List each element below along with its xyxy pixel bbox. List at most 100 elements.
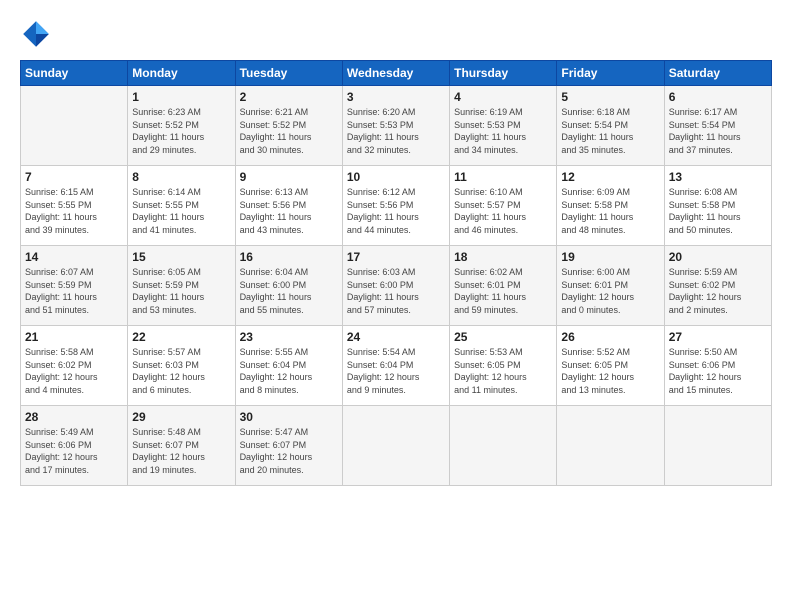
day-number: 28 [25,410,123,424]
day-cell: 3Sunrise: 6:20 AM Sunset: 5:53 PM Daylig… [342,86,449,166]
day-info: Sunrise: 5:57 AM Sunset: 6:03 PM Dayligh… [132,346,230,396]
week-row: 1Sunrise: 6:23 AM Sunset: 5:52 PM Daylig… [21,86,772,166]
day-number: 10 [347,170,445,184]
day-header: Tuesday [235,61,342,86]
day-header: Monday [128,61,235,86]
day-cell: 11 Sunrise: 6:10 AM Sunset: 5:57 PM Dayli… [450,166,557,246]
day-cell: 16 Sunrise: 6:04 AM Sunset: 6:00 PM Dayli… [235,246,342,326]
day-number: 2 [240,90,338,104]
day-cell: 14 Sunrise: 6:07 AM Sunset: 5:59 PM Dayli… [21,246,128,326]
day-number: 18 [454,250,552,264]
day-number: 7 [25,170,123,184]
day-cell: 27Sunrise: 5:50 AM Sunset: 6:06 PM Dayli… [664,326,771,406]
week-row: 21 Sunrise: 5:58 AM Sunset: 6:02 PM Dayli… [21,326,772,406]
day-info: Sunrise: 5:48 AM Sunset: 6:07 PM Dayligh… [132,426,230,476]
day-cell: 13 Sunrise: 6:08 AM Sunset: 5:58 PM Dayli… [664,166,771,246]
day-info: Sunrise: 5:59 AM Sunset: 6:02 PM Dayligh… [669,266,767,316]
day-number: 15 [132,250,230,264]
day-info: Sunrise: 6:17 AM Sunset: 5:54 PM Dayligh… [669,106,767,156]
day-number: 1 [132,90,230,104]
day-info: Sunrise: 6:15 AM Sunset: 5:55 PM Dayligh… [25,186,123,236]
day-cell: 4 Sunrise: 6:19 AM Sunset: 5:53 PM Daylig… [450,86,557,166]
day-number: 24 [347,330,445,344]
week-row: 28 Sunrise: 5:49 AM Sunset: 6:06 PM Dayli… [21,406,772,486]
day-cell: 21 Sunrise: 5:58 AM Sunset: 6:02 PM Dayli… [21,326,128,406]
day-cell [21,86,128,166]
day-info: Sunrise: 6:14 AM Sunset: 5:55 PM Dayligh… [132,186,230,236]
day-number: 30 [240,410,338,424]
week-row: 14 Sunrise: 6:07 AM Sunset: 5:59 PM Dayli… [21,246,772,326]
day-number: 20 [669,250,767,264]
day-info: Sunrise: 5:52 AM Sunset: 6:05 PM Dayligh… [561,346,659,396]
day-info: Sunrise: 6:05 AM Sunset: 5:59 PM Dayligh… [132,266,230,316]
day-info: Sunrise: 6:12 AM Sunset: 5:56 PM Dayligh… [347,186,445,236]
day-number: 29 [132,410,230,424]
day-header: Friday [557,61,664,86]
day-number: 19 [561,250,659,264]
day-number: 6 [669,90,767,104]
logo [20,18,54,50]
day-number: 14 [25,250,123,264]
day-info: Sunrise: 5:54 AM Sunset: 6:04 PM Dayligh… [347,346,445,396]
page: SundayMondayTuesdayWednesdayThursdayFrid… [0,0,792,612]
day-cell: 18 Sunrise: 6:02 AM Sunset: 6:01 PM Dayli… [450,246,557,326]
day-number: 22 [132,330,230,344]
day-cell: 15 Sunrise: 6:05 AM Sunset: 5:59 PM Dayli… [128,246,235,326]
day-number: 26 [561,330,659,344]
week-row: 7 Sunrise: 6:15 AM Sunset: 5:55 PM Daylig… [21,166,772,246]
day-number: 11 [454,170,552,184]
day-header: Saturday [664,61,771,86]
day-info: Sunrise: 6:04 AM Sunset: 6:00 PM Dayligh… [240,266,338,316]
day-number: 5 [561,90,659,104]
day-cell: 23 Sunrise: 5:55 AM Sunset: 6:04 PM Dayli… [235,326,342,406]
day-info: Sunrise: 5:50 AM Sunset: 6:06 PM Dayligh… [669,346,767,396]
day-number: 21 [25,330,123,344]
day-cell: 29 Sunrise: 5:48 AM Sunset: 6:07 PM Dayli… [128,406,235,486]
day-info: Sunrise: 6:02 AM Sunset: 6:01 PM Dayligh… [454,266,552,316]
day-number: 16 [240,250,338,264]
day-info: Sunrise: 5:55 AM Sunset: 6:04 PM Dayligh… [240,346,338,396]
day-cell: 24 Sunrise: 5:54 AM Sunset: 6:04 PM Dayli… [342,326,449,406]
day-header: Wednesday [342,61,449,86]
day-info: Sunrise: 5:53 AM Sunset: 6:05 PM Dayligh… [454,346,552,396]
day-number: 3 [347,90,445,104]
day-number: 4 [454,90,552,104]
day-cell [557,406,664,486]
header-row: SundayMondayTuesdayWednesdayThursdayFrid… [21,61,772,86]
day-cell: 30 Sunrise: 5:47 AM Sunset: 6:07 PM Dayli… [235,406,342,486]
day-cell: 7 Sunrise: 6:15 AM Sunset: 5:55 PM Daylig… [21,166,128,246]
day-cell [342,406,449,486]
day-info: Sunrise: 6:07 AM Sunset: 5:59 PM Dayligh… [25,266,123,316]
day-info: Sunrise: 5:49 AM Sunset: 6:06 PM Dayligh… [25,426,123,476]
day-cell: 5 Sunrise: 6:18 AM Sunset: 5:54 PM Daylig… [557,86,664,166]
day-number: 13 [669,170,767,184]
calendar-table: SundayMondayTuesdayWednesdayThursdayFrid… [20,60,772,486]
day-cell: 10 Sunrise: 6:12 AM Sunset: 5:56 PM Dayli… [342,166,449,246]
day-cell: 6 Sunrise: 6:17 AM Sunset: 5:54 PM Daylig… [664,86,771,166]
day-info: Sunrise: 6:09 AM Sunset: 5:58 PM Dayligh… [561,186,659,236]
day-cell: 1Sunrise: 6:23 AM Sunset: 5:52 PM Daylig… [128,86,235,166]
day-cell: 2 Sunrise: 6:21 AM Sunset: 5:52 PM Daylig… [235,86,342,166]
day-cell: 19Sunrise: 6:00 AM Sunset: 6:01 PM Dayli… [557,246,664,326]
day-number: 8 [132,170,230,184]
day-cell: 28 Sunrise: 5:49 AM Sunset: 6:06 PM Dayli… [21,406,128,486]
day-info: Sunrise: 5:47 AM Sunset: 6:07 PM Dayligh… [240,426,338,476]
day-cell: 12Sunrise: 6:09 AM Sunset: 5:58 PM Dayli… [557,166,664,246]
day-info: Sunrise: 6:08 AM Sunset: 5:58 PM Dayligh… [669,186,767,236]
day-info: Sunrise: 6:21 AM Sunset: 5:52 PM Dayligh… [240,106,338,156]
header [20,18,772,50]
day-info: Sunrise: 6:13 AM Sunset: 5:56 PM Dayligh… [240,186,338,236]
day-header: Thursday [450,61,557,86]
day-cell: 17 Sunrise: 6:03 AM Sunset: 6:00 PM Dayli… [342,246,449,326]
day-info: Sunrise: 6:19 AM Sunset: 5:53 PM Dayligh… [454,106,552,156]
day-cell: 9Sunrise: 6:13 AM Sunset: 5:56 PM Daylig… [235,166,342,246]
day-number: 23 [240,330,338,344]
day-cell [450,406,557,486]
day-info: Sunrise: 6:03 AM Sunset: 6:00 PM Dayligh… [347,266,445,316]
day-cell: 22 Sunrise: 5:57 AM Sunset: 6:03 PM Dayli… [128,326,235,406]
day-cell: 26 Sunrise: 5:52 AM Sunset: 6:05 PM Dayli… [557,326,664,406]
day-number: 17 [347,250,445,264]
day-info: Sunrise: 5:58 AM Sunset: 6:02 PM Dayligh… [25,346,123,396]
day-info: Sunrise: 6:10 AM Sunset: 5:57 PM Dayligh… [454,186,552,236]
day-info: Sunrise: 6:18 AM Sunset: 5:54 PM Dayligh… [561,106,659,156]
